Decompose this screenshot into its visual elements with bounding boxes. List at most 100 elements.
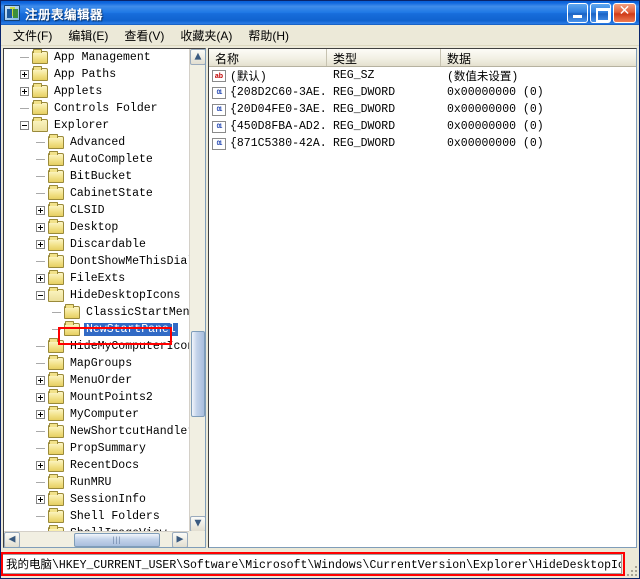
expand-node-icon[interactable] <box>36 240 45 249</box>
menu-bar: 文件(F) 编辑(E) 查看(V) 收藏夹(A) 帮助(H) <box>1 25 639 46</box>
expand-node-icon[interactable] <box>36 393 45 402</box>
column-header-type[interactable]: 类型 <box>327 49 441 66</box>
folder-icon <box>32 100 48 115</box>
tree-item-label: App Paths <box>54 68 117 81</box>
tree-item-applets[interactable]: Applets <box>4 83 190 100</box>
tree-connector-line <box>36 448 45 449</box>
expand-node-icon[interactable] <box>36 206 45 215</box>
tree-scroll-left-button[interactable]: ◀ <box>4 532 20 547</box>
value-row[interactable]: 01 {208D2C60-3AE... REG_DWORD 0x00000000 (0… <box>209 84 636 101</box>
expand-node-icon[interactable] <box>36 461 45 470</box>
value-type: REG_SZ <box>333 69 375 82</box>
menu-item-favorites[interactable]: 收藏夹(A) <box>172 25 240 46</box>
tree-item-hidemycomputericons[interactable]: HideMyComputerIcons <box>4 338 190 355</box>
tree-item-mountpoints2[interactable]: MountPoints2 <box>4 389 190 406</box>
tree-item-newstartpanel[interactable]: NewStartPanel <box>4 321 190 338</box>
resize-grip-icon[interactable] <box>625 564 637 576</box>
expand-node-icon[interactable] <box>36 495 45 504</box>
tree-connector-line <box>36 261 45 262</box>
tree-item-label: SessionInfo <box>70 493 146 506</box>
registry-tree-pane: App Management App Paths Applets Controls F… <box>3 48 206 548</box>
tree-item-sessioninfo[interactable]: SessionInfo <box>4 491 190 508</box>
menu-item-view[interactable]: 查看(V) <box>116 25 172 46</box>
menu-item-edit[interactable]: 编辑(E) <box>60 25 116 46</box>
tree-item-shell-folders[interactable]: Shell Folders <box>4 508 190 525</box>
value-name-cell: ab (默认) <box>209 68 327 84</box>
folder-icon <box>48 389 64 404</box>
values-list[interactable]: ab (默认) REG_SZ (数值未设置) 01 {208D2C60-3AE... REG… <box>209 67 636 152</box>
tree-item-runmru[interactable]: RunMRU <box>4 474 190 491</box>
value-row[interactable]: 01 {871C5380-42A... REG_DWORD 0x00000000 (0… <box>209 135 636 152</box>
tree-item-discardable[interactable]: Discardable <box>4 236 190 253</box>
value-type: REG_DWORD <box>333 103 396 116</box>
folder-icon <box>48 508 64 523</box>
folder-icon <box>48 423 64 438</box>
tree-item-label: Desktop <box>70 221 119 234</box>
tree-item-label: NewShortcutHandlers <box>70 425 190 438</box>
window-title: 注册表编辑器 <box>25 7 104 22</box>
tree-horizontal-scrollbar[interactable]: ◀ ||| ▶ <box>4 531 190 547</box>
expand-node-icon[interactable] <box>36 410 45 419</box>
tree-item-fileexts[interactable]: FileExts <box>4 270 190 287</box>
dword-value-icon: 01 <box>212 103 226 116</box>
tree-item-mycomputer[interactable]: MyComputer <box>4 406 190 423</box>
registry-tree[interactable]: App Management App Paths Applets Controls F… <box>4 49 190 532</box>
expand-node-icon[interactable] <box>20 87 29 96</box>
tree-item-explorer[interactable]: Explorer <box>4 117 190 134</box>
value-row[interactable]: 01 {20D04FE0-3AE... REG_DWORD 0x00000000 (0… <box>209 101 636 118</box>
value-name-cell: 01 {871C5380-42A... <box>209 137 327 150</box>
folder-icon <box>48 372 64 387</box>
tree-item-advanced[interactable]: Advanced <box>4 134 190 151</box>
expand-node-icon[interactable] <box>20 70 29 79</box>
tree-vertical-scrollbar[interactable]: ▲ ▼ <box>189 49 205 532</box>
value-name-cell: 01 {450D8FBA-AD2... <box>209 120 327 133</box>
value-name: {450D8FBA-AD2... <box>230 120 327 133</box>
column-header-data[interactable]: 数据 <box>441 49 636 66</box>
column-header-name[interactable]: 名称 <box>209 49 327 66</box>
tree-item-autocomplete[interactable]: AutoComplete <box>4 151 190 168</box>
maximize-button[interactable] <box>590 3 611 23</box>
close-button[interactable] <box>613 3 636 23</box>
tree-item-bitbucket[interactable]: BitBucket <box>4 168 190 185</box>
tree-item-controls-folder[interactable]: Controls Folder <box>4 100 190 117</box>
tree-scroll-right-button[interactable]: ▶ <box>172 532 188 547</box>
tree-horizontal-scroll-thumb[interactable]: ||| <box>74 533 160 547</box>
tree-item-clsid[interactable]: CLSID <box>4 202 190 219</box>
menu-item-help[interactable]: 帮助(H) <box>240 25 297 46</box>
tree-item-classicstartmenu[interactable]: ClassicStartMenu <box>4 304 190 321</box>
title-bar: 注册表编辑器 <box>1 1 639 25</box>
tree-item-newshortcuthandlers[interactable]: NewShortcutHandlers <box>4 423 190 440</box>
menu-item-file[interactable]: 文件(F) <box>5 25 60 46</box>
tree-item-app-management[interactable]: App Management <box>4 49 190 66</box>
tree-item-menuorder[interactable]: MenuOrder <box>4 372 190 389</box>
tree-item-mapgroups[interactable]: MapGroups <box>4 355 190 372</box>
tree-item-cabinetstate[interactable]: CabinetState <box>4 185 190 202</box>
tree-vertical-scroll-thumb[interactable] <box>191 331 205 417</box>
value-data: 0x00000000 (0) <box>447 120 544 133</box>
tree-item-dontshowmethisdialoga[interactable]: DontShowMeThisDialogA <box>4 253 190 270</box>
tree-item-desktop[interactable]: Desktop <box>4 219 190 236</box>
tree-scroll-down-button[interactable]: ▼ <box>190 516 205 532</box>
tree-connector-line <box>36 516 45 517</box>
tree-item-hidedesktopicons[interactable]: HideDesktopIcons <box>4 287 190 304</box>
tree-item-recentdocs[interactable]: RecentDocs <box>4 457 190 474</box>
tree-item-app-paths[interactable]: App Paths <box>4 66 190 83</box>
tree-scroll-up-button[interactable]: ▲ <box>190 49 205 65</box>
collapse-node-icon[interactable] <box>36 291 45 300</box>
collapse-node-icon[interactable] <box>20 121 29 130</box>
value-row[interactable]: 01 {450D8FBA-AD2... REG_DWORD 0x00000000 (0… <box>209 118 636 135</box>
tree-item-propsummary[interactable]: PropSummary <box>4 440 190 457</box>
value-name: {871C5380-42A... <box>230 137 327 150</box>
expand-node-icon[interactable] <box>36 376 45 385</box>
expand-node-icon[interactable] <box>36 274 45 283</box>
dword-value-icon: 01 <box>212 86 226 99</box>
expand-node-icon[interactable] <box>36 223 45 232</box>
scroll-thumb-grip-icon: ||| <box>112 535 122 545</box>
tree-item-label: HideMyComputerIcons <box>70 340 190 353</box>
folder-icon <box>48 168 64 183</box>
registry-editor-window: 注册表编辑器 文件(F)编辑(E)查看(V)收藏夹(A)帮助(H) App Ma… <box>0 0 640 579</box>
value-row[interactable]: ab (默认) REG_SZ (数值未设置) <box>209 67 636 84</box>
minimize-button[interactable] <box>567 3 588 23</box>
tree-connector-line <box>36 142 45 143</box>
window-controls <box>567 3 636 23</box>
